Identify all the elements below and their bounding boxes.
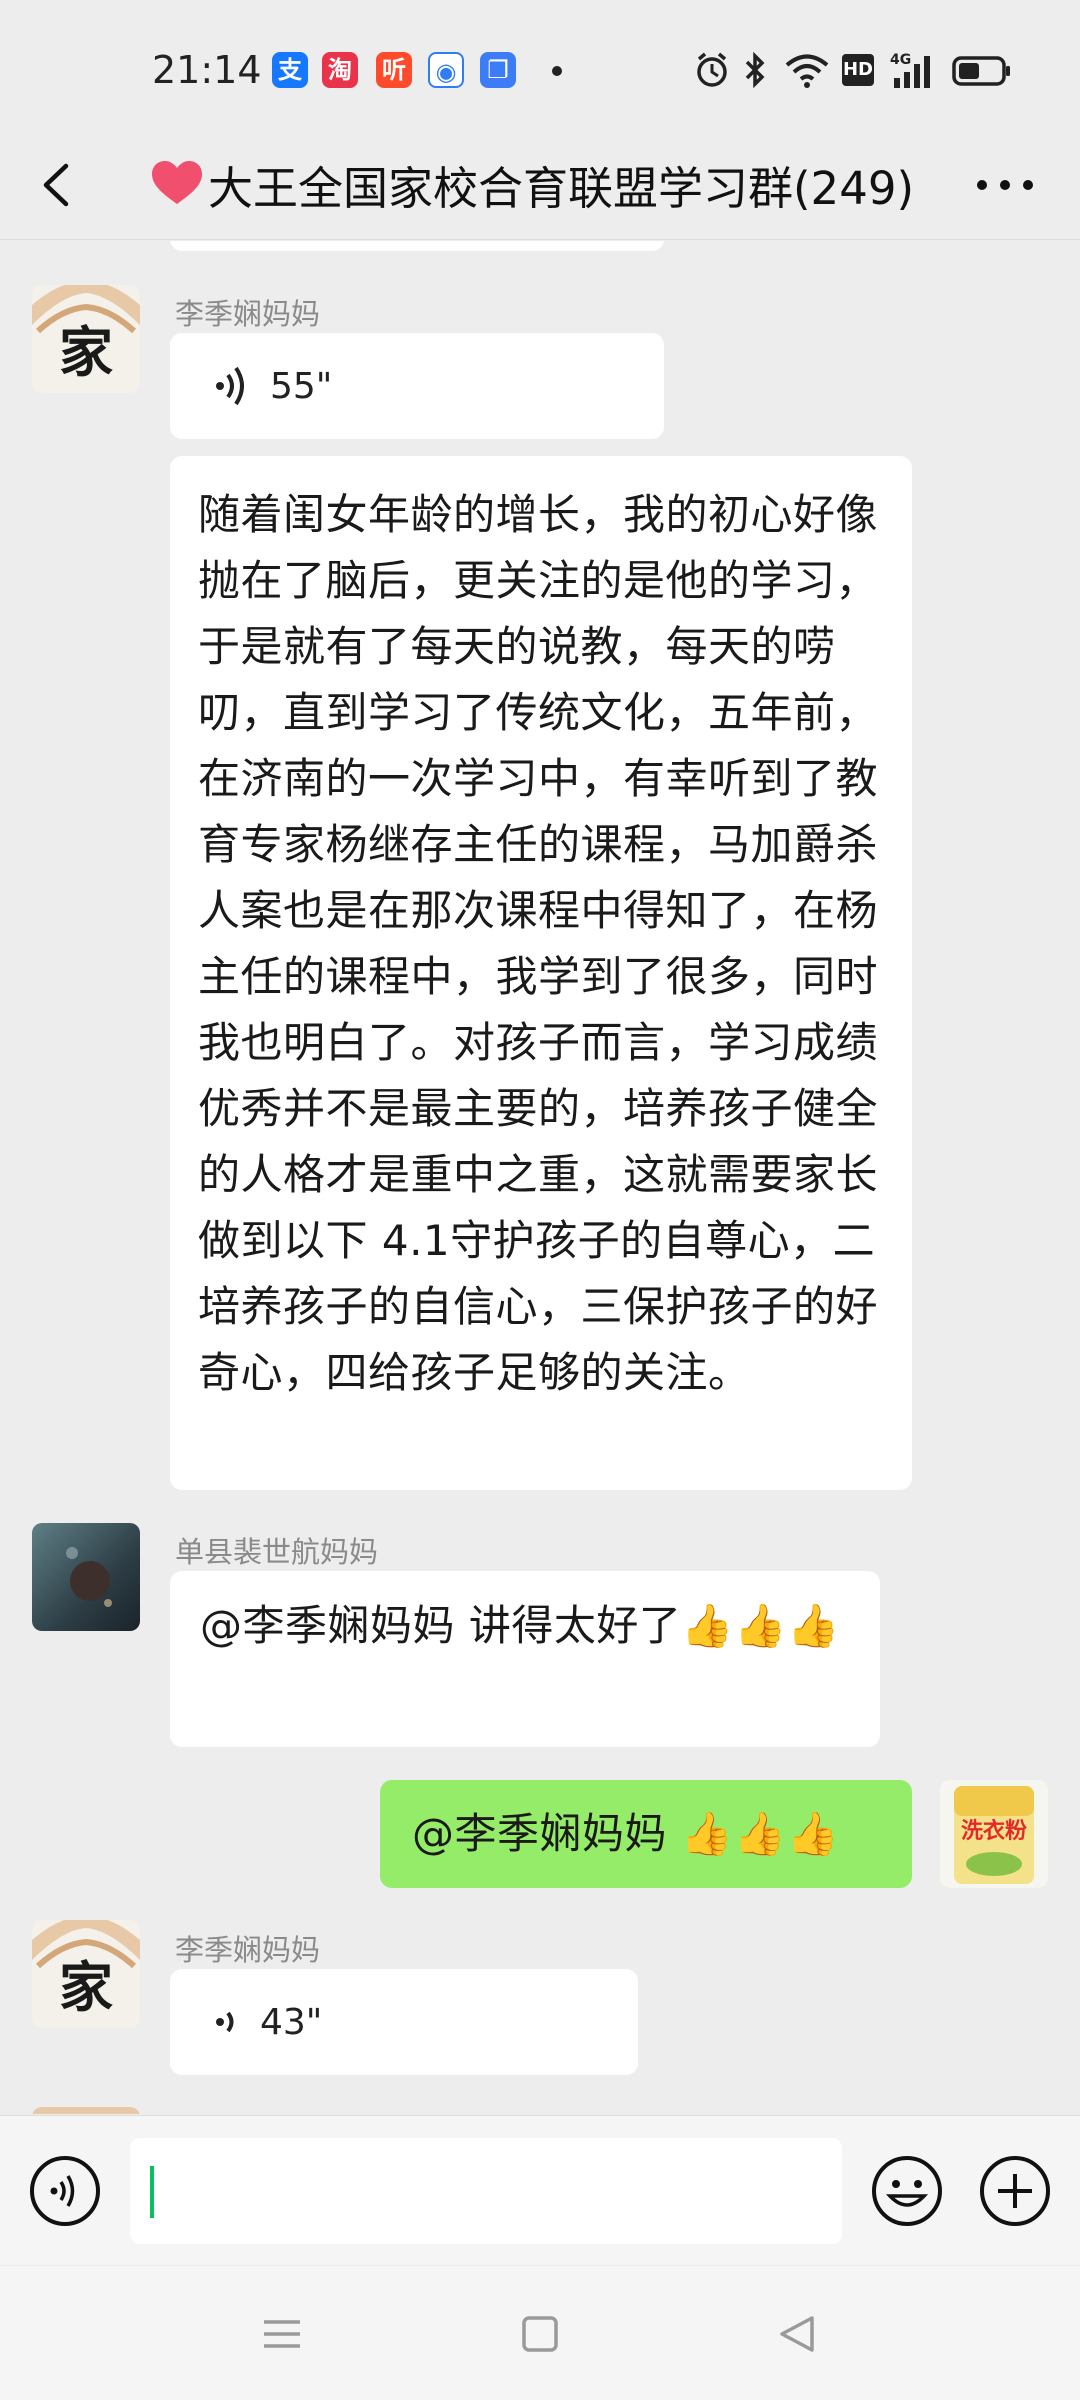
audio-app-icon: 听: [376, 52, 412, 88]
message-input[interactable]: [130, 2138, 842, 2244]
voice-wave-icon: [216, 2011, 234, 2033]
heart-icon: [152, 161, 202, 204]
group-name: 大王全国家校合育联盟学习群(249): [208, 161, 915, 215]
hd-icon: HD: [842, 54, 874, 86]
alarm-icon: [697, 52, 727, 87]
message-text: @李季娴妈妈 👍👍👍: [412, 1809, 840, 1858]
voice-wave-icon: [216, 366, 244, 406]
status-bar: 21:14 支 淘 听 ◉ ❐ HD 4G: [0, 0, 1080, 130]
own-avatar[interactable]: 洗衣粉: [940, 1780, 1048, 1888]
home-icon[interactable]: [510, 2306, 570, 2362]
message-text: @李季娴妈妈 讲得太好了👍👍👍: [200, 1601, 840, 1650]
voice-input-icon[interactable]: [28, 2154, 102, 2228]
voice-duration: 55": [270, 365, 333, 407]
emoji-icon[interactable]: [870, 2154, 944, 2228]
menu-icon[interactable]: [252, 2306, 312, 2362]
avatar[interactable]: 家: [32, 1920, 140, 2028]
product-label: 洗衣粉: [961, 1818, 1027, 1844]
window-app-icon: ❐: [480, 52, 516, 88]
chat-title: 大王全国家校合育联盟学习群(249): [150, 144, 930, 224]
battery-icon: [952, 56, 1010, 86]
avatar[interactable]: [32, 1523, 140, 1631]
text-cursor: [150, 2166, 154, 2218]
sender-name: 李季娴妈妈: [175, 1933, 321, 1967]
input-bar: [0, 2115, 1080, 2265]
bluetooth-icon: [745, 51, 765, 89]
plus-icon[interactable]: [978, 2154, 1052, 2228]
text-message-bubble[interactable]: 随着闺女年龄的增长，我的初心好像抛在了脑后，更关注的是他的学习，于是就有了每天的…: [170, 456, 912, 1490]
system-nav-bar: [0, 2266, 1080, 2400]
status-time: 21:14: [152, 48, 262, 92]
browser-app-icon: ◉: [428, 52, 464, 88]
more-options-button[interactable]: [970, 160, 1040, 210]
chat-header: 大王全国家校合育联盟学习群(249): [0, 130, 1080, 240]
sender-name: 单县裴世航妈妈: [175, 1535, 379, 1569]
message-list[interactable]: 家 李季娴妈妈 55" 随着闺女年龄的增长，我的初心好像抛在了脑后，更关注的是他…: [0, 241, 1080, 2114]
avatar-glyph: 家: [59, 1955, 113, 2019]
sender-name: 李季娴妈妈: [175, 297, 321, 331]
own-message-bubble[interactable]: @李季娴妈妈 👍👍👍: [380, 1780, 912, 1888]
previous-message-bubble[interactable]: [170, 241, 664, 251]
avatar[interactable]: 家: [32, 285, 140, 393]
more-notifications-dot: [552, 66, 562, 76]
svg-text:4G: 4G: [890, 52, 911, 68]
voice-message-bubble[interactable]: 43": [170, 1969, 638, 2075]
mall-app-icon: 淘: [322, 52, 358, 88]
message-text: 随着闺女年龄的增长，我的初心好像抛在了脑后，更关注的是他的学习，于是就有了每天的…: [198, 490, 879, 1397]
alipay-icon: 支: [272, 52, 308, 88]
back-button[interactable]: [30, 152, 90, 218]
text-message-bubble[interactable]: @李季娴妈妈 讲得太好了👍👍👍: [170, 1571, 880, 1747]
voice-duration: 43": [260, 2001, 323, 2043]
avatar-glyph: 家: [59, 320, 113, 384]
voice-message-bubble[interactable]: 55": [170, 333, 664, 439]
wifi-icon: [785, 54, 829, 88]
avatar[interactable]: [32, 2107, 140, 2114]
back-triangle-icon[interactable]: [768, 2306, 828, 2362]
4g-signal-icon: 4G: [890, 52, 930, 88]
